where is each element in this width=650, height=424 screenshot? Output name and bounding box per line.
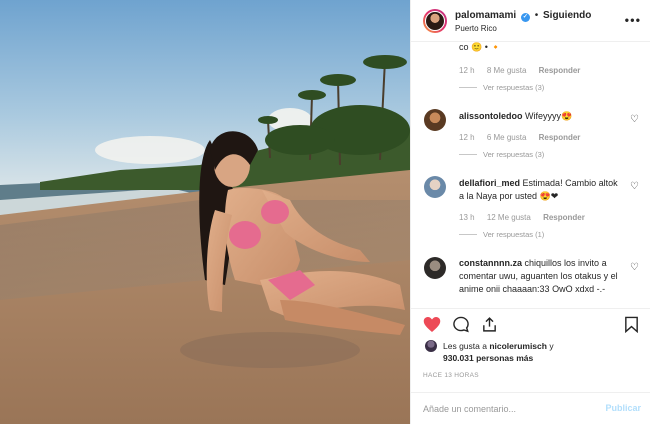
view-replies-link[interactable]: Ver respuestas (3)	[459, 83, 544, 92]
share-icon[interactable]	[481, 316, 498, 333]
reply-button[interactable]: Responder	[543, 213, 585, 222]
view-replies-link[interactable]: Ver respuestas (1)	[459, 230, 544, 239]
comment-text-partial: co 🙂 • 🔸	[459, 42, 502, 52]
comment-likes[interactable]: 6 Me gusta	[487, 133, 527, 142]
post-location[interactable]: Puerto Rico	[455, 24, 497, 33]
publish-button[interactable]: Publicar	[605, 403, 641, 413]
comment-time[interactable]: 12 h	[459, 133, 475, 142]
likes-text: Les gusta a nicolerumisch y 930.031 pers…	[443, 341, 554, 363]
comment-meta: 12 h 8 Me gusta Responder	[459, 66, 590, 75]
author-username[interactable]: palomamami	[455, 10, 516, 21]
heart-filled-icon[interactable]	[423, 316, 441, 333]
comment-time[interactable]: 12 h	[459, 66, 475, 75]
author-avatar[interactable]	[423, 9, 447, 33]
comment-username[interactable]: alissontoledoo	[459, 111, 523, 121]
post-header: palomamami ✓ • Siguiendo Puerto Rico • •…	[411, 0, 650, 42]
post-side-panel: palomamami ✓ • Siguiendo Puerto Rico • •…	[410, 0, 650, 424]
comment-like-heart-icon[interactable]: ♡	[630, 262, 639, 273]
header-separator: •	[534, 10, 539, 21]
view-replies-link[interactable]: Ver respuestas (3)	[459, 150, 544, 159]
comment-time[interactable]: 13 h	[459, 213, 475, 222]
comment-like-heart-icon[interactable]: ♡	[630, 181, 639, 192]
author-line: palomamami ✓ • Siguiendo	[455, 10, 591, 22]
comment-icon[interactable]	[452, 316, 470, 333]
comment-username[interactable]: dellafiori_med	[459, 178, 520, 188]
liker-avatar[interactable]	[425, 340, 437, 352]
comment: alissontoledoo Wifeyyyy😍	[459, 110, 621, 123]
liker-username[interactable]: nicolerumisch	[489, 341, 547, 351]
commenter-avatar[interactable]	[424, 109, 446, 131]
comment-like-heart-icon[interactable]: ♡	[630, 114, 639, 125]
more-options-icon[interactable]: • • •	[625, 13, 640, 27]
commenter-avatar[interactable]	[424, 176, 446, 198]
comment-meta: 13 h 12 Me gusta Responder	[459, 213, 595, 222]
following-button[interactable]: Siguiendo	[543, 10, 591, 21]
add-comment-input[interactable]	[423, 402, 593, 416]
comments-list[interactable]: co 🙂 • 🔸 12 h 8 Me gusta Responder Ver r…	[411, 42, 650, 308]
verified-badge-icon: ✓	[520, 13, 530, 22]
comment-username[interactable]: constannnn.za	[459, 258, 522, 268]
comment: constannnn.za chiquillos los invito a co…	[459, 257, 621, 296]
beach-photo-image	[0, 0, 410, 424]
bookmark-icon[interactable]	[624, 316, 639, 333]
commenter-avatar[interactable]	[424, 257, 446, 279]
reply-button[interactable]: Responder	[539, 133, 581, 142]
comment: dellafiori_med Estimada! Cambio altok a …	[459, 177, 621, 203]
comment-likes[interactable]: 8 Me gusta	[487, 66, 527, 75]
add-comment-bar: Publicar	[411, 392, 650, 424]
reply-button[interactable]: Responder	[539, 66, 581, 75]
action-bar	[411, 308, 650, 342]
post-photo[interactable]	[0, 0, 410, 424]
comment-likes[interactable]: 12 Me gusta	[487, 213, 531, 222]
instagram-post-view: palomamami ✓ • Siguiendo Puerto Rico • •…	[0, 0, 650, 424]
post-time-ago[interactable]: HACE 13 HORAS	[423, 372, 479, 379]
comment-body: Wifeyyyy😍	[525, 111, 573, 121]
comment-meta: 12 h 6 Me gusta Responder	[459, 133, 590, 142]
likes-count[interactable]: 930.031 personas más	[443, 353, 533, 363]
